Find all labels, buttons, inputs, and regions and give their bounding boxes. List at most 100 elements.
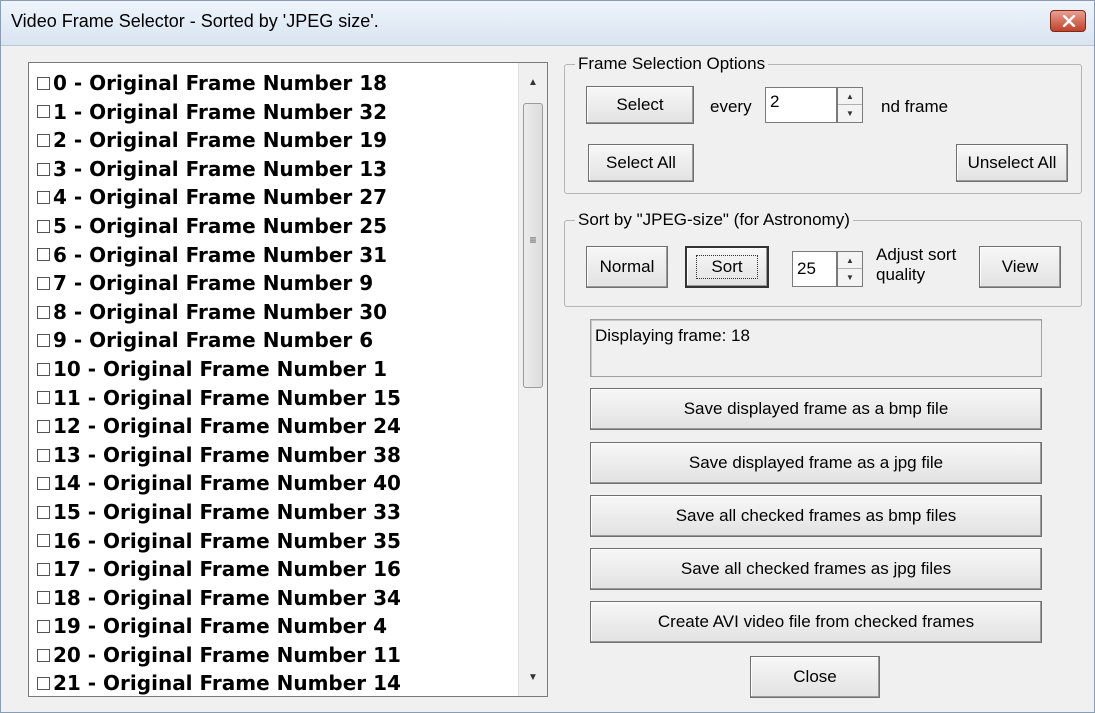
frame-checkbox[interactable]	[37, 362, 50, 376]
frame-checkbox[interactable]	[37, 591, 50, 605]
scroll-down-arrow-icon[interactable]: ▼	[519, 662, 547, 692]
save-all-bmp-button[interactable]: Save all checked frames as bmp files	[590, 495, 1042, 537]
list-item[interactable]: 13 - Original Frame Number 38	[29, 441, 519, 470]
sort-button[interactable]: Sort	[685, 246, 769, 288]
scroll-up-arrow-icon[interactable]: ▲	[519, 67, 547, 97]
every-frame-input[interactable]: 2	[765, 87, 837, 123]
every-label: every	[710, 97, 752, 116]
frame-checkbox[interactable]	[37, 534, 50, 548]
list-item[interactable]: 4 - Original Frame Number 27	[29, 183, 519, 212]
frame-item-label: 2 - Original Frame Number 19	[53, 128, 388, 153]
window-title: Video Frame Selector - Sorted by 'JPEG s…	[11, 11, 379, 31]
window-close-button[interactable]	[1050, 10, 1086, 32]
frame-checkbox[interactable]	[37, 620, 50, 634]
select-all-button[interactable]: Select All	[588, 144, 694, 182]
spin-up-icon[interactable]: ▲	[838, 88, 862, 105]
list-item[interactable]: 16 - Original Frame Number 35	[29, 527, 519, 556]
frame-item-label: 20 - Original Frame Number 11	[53, 642, 401, 667]
list-item[interactable]: 6 - Original Frame Number 31	[29, 241, 519, 270]
scroll-thumb[interactable]: ≡	[523, 103, 543, 388]
frame-checkbox[interactable]	[37, 219, 50, 233]
list-item[interactable]: 10 - Original Frame Number 1	[29, 355, 519, 384]
list-item[interactable]: 15 - Original Frame Number 33	[29, 498, 519, 527]
list-scrollbar[interactable]: ▲ ≡ ▼	[518, 63, 547, 696]
frame-checkbox[interactable]	[37, 477, 50, 491]
frame-selection-legend: Frame Selection Options	[575, 54, 769, 74]
normal-sort-button[interactable]: Normal	[586, 246, 668, 288]
save-frame-bmp-button[interactable]: Save displayed frame as a bmp file	[590, 388, 1042, 430]
list-item[interactable]: 7 - Original Frame Number 9	[29, 269, 519, 298]
sort-quality-input[interactable]: 25	[792, 251, 837, 287]
frame-item-label: 16 - Original Frame Number 35	[53, 528, 401, 553]
frame-checkbox[interactable]	[37, 648, 50, 662]
adjust-sort-label-line1: Adjust sort	[876, 245, 957, 264]
nd-frame-label: nd frame	[881, 97, 949, 116]
frame-item-label: 10 - Original Frame Number 1	[53, 356, 388, 381]
list-item[interactable]: 2 - Original Frame Number 19	[29, 126, 519, 155]
close-button[interactable]: Close	[750, 656, 880, 698]
close-icon	[1062, 15, 1076, 27]
list-item[interactable]: 5 - Original Frame Number 25	[29, 212, 519, 241]
frame-checkbox[interactable]	[37, 419, 50, 433]
sort-legend: Sort by "JPEG-size" (for Astronomy)	[575, 210, 853, 230]
spin-down-icon[interactable]: ▼	[838, 105, 862, 122]
list-item[interactable]: 1 - Original Frame Number 32	[29, 98, 519, 127]
frame-item-label: 8 - Original Frame Number 30	[53, 299, 388, 324]
adjust-sort-label-line2: quality	[876, 265, 926, 284]
scroll-grip-icon: ≡	[529, 233, 537, 247]
list-item[interactable]: 19 - Original Frame Number 4	[29, 612, 519, 641]
list-item[interactable]: 18 - Original Frame Number 34	[29, 584, 519, 613]
frame-item-label: 18 - Original Frame Number 34	[53, 585, 401, 610]
frame-checkbox[interactable]	[37, 191, 50, 205]
frame-item-label: 4 - Original Frame Number 27	[53, 185, 388, 210]
every-frame-spinner[interactable]: ▲ ▼	[837, 87, 863, 123]
view-button[interactable]: View	[979, 246, 1061, 288]
frame-item-label: 5 - Original Frame Number 25	[53, 213, 388, 238]
frame-checkbox[interactable]	[37, 334, 50, 348]
frame-checkbox[interactable]	[37, 305, 50, 319]
frame-checkbox[interactable]	[37, 562, 50, 576]
frame-checkbox[interactable]	[37, 505, 50, 519]
list-item[interactable]: 21 - Original Frame Number 14	[29, 669, 519, 696]
create-avi-button[interactable]: Create AVI video file from checked frame…	[590, 601, 1042, 643]
list-item[interactable]: 11 - Original Frame Number 15	[29, 384, 519, 413]
list-item[interactable]: 3 - Original Frame Number 13	[29, 155, 519, 184]
frame-checkbox[interactable]	[37, 162, 50, 176]
frame-checkbox[interactable]	[37, 133, 50, 147]
title-bar: Video Frame Selector - Sorted by 'JPEG s…	[1, 1, 1094, 46]
list-item[interactable]: 17 - Original Frame Number 16	[29, 555, 519, 584]
list-item[interactable]: 9 - Original Frame Number 6	[29, 326, 519, 355]
frame-item-label: 19 - Original Frame Number 4	[53, 614, 388, 639]
frame-checkbox[interactable]	[37, 677, 50, 691]
sort-quality-spinner[interactable]: ▲ ▼	[837, 251, 863, 287]
frame-checkbox[interactable]	[37, 105, 50, 119]
save-frame-jpg-button[interactable]: Save displayed frame as a jpg file	[590, 442, 1042, 484]
frame-item-label: 15 - Original Frame Number 33	[53, 499, 401, 524]
select-button[interactable]: Select	[586, 86, 694, 124]
list-item[interactable]: 14 - Original Frame Number 40	[29, 469, 519, 498]
sort-button-label: Sort	[696, 255, 758, 279]
unselect-all-button[interactable]: Unselect All	[956, 144, 1068, 182]
list-item[interactable]: 12 - Original Frame Number 24	[29, 412, 519, 441]
frame-item-label: 0 - Original Frame Number 18	[53, 71, 388, 95]
frame-item-label: 9 - Original Frame Number 6	[53, 328, 374, 353]
frame-checkbox[interactable]	[37, 448, 50, 462]
spin-up-icon[interactable]: ▲	[838, 252, 862, 269]
frame-item-label: 11 - Original Frame Number 15	[53, 385, 401, 410]
spin-down-icon[interactable]: ▼	[838, 269, 862, 286]
frame-item-label: 12 - Original Frame Number 24	[53, 414, 401, 439]
frame-checkbox[interactable]	[37, 76, 50, 90]
frame-checkbox[interactable]	[37, 391, 50, 405]
frame-checkbox[interactable]	[37, 248, 50, 262]
frame-listbox[interactable]: 0 - Original Frame Number 18 1 - Original…	[28, 62, 548, 697]
list-item[interactable]: 0 - Original Frame Number 18	[29, 69, 519, 98]
frame-item-label: 13 - Original Frame Number 38	[53, 442, 401, 467]
save-all-jpg-button[interactable]: Save all checked frames as jpg files	[590, 548, 1042, 590]
frame-item-label: 21 - Original Frame Number 14	[53, 671, 401, 696]
frame-checkbox[interactable]	[37, 276, 50, 290]
list-item[interactable]: 20 - Original Frame Number 11	[29, 641, 519, 670]
frame-item-label: 14 - Original Frame Number 40	[53, 471, 401, 496]
displaying-frame-status: Displaying frame: 18	[590, 319, 1042, 377]
list-item[interactable]: 8 - Original Frame Number 30	[29, 298, 519, 327]
frame-item-label: 1 - Original Frame Number 32	[53, 99, 388, 124]
